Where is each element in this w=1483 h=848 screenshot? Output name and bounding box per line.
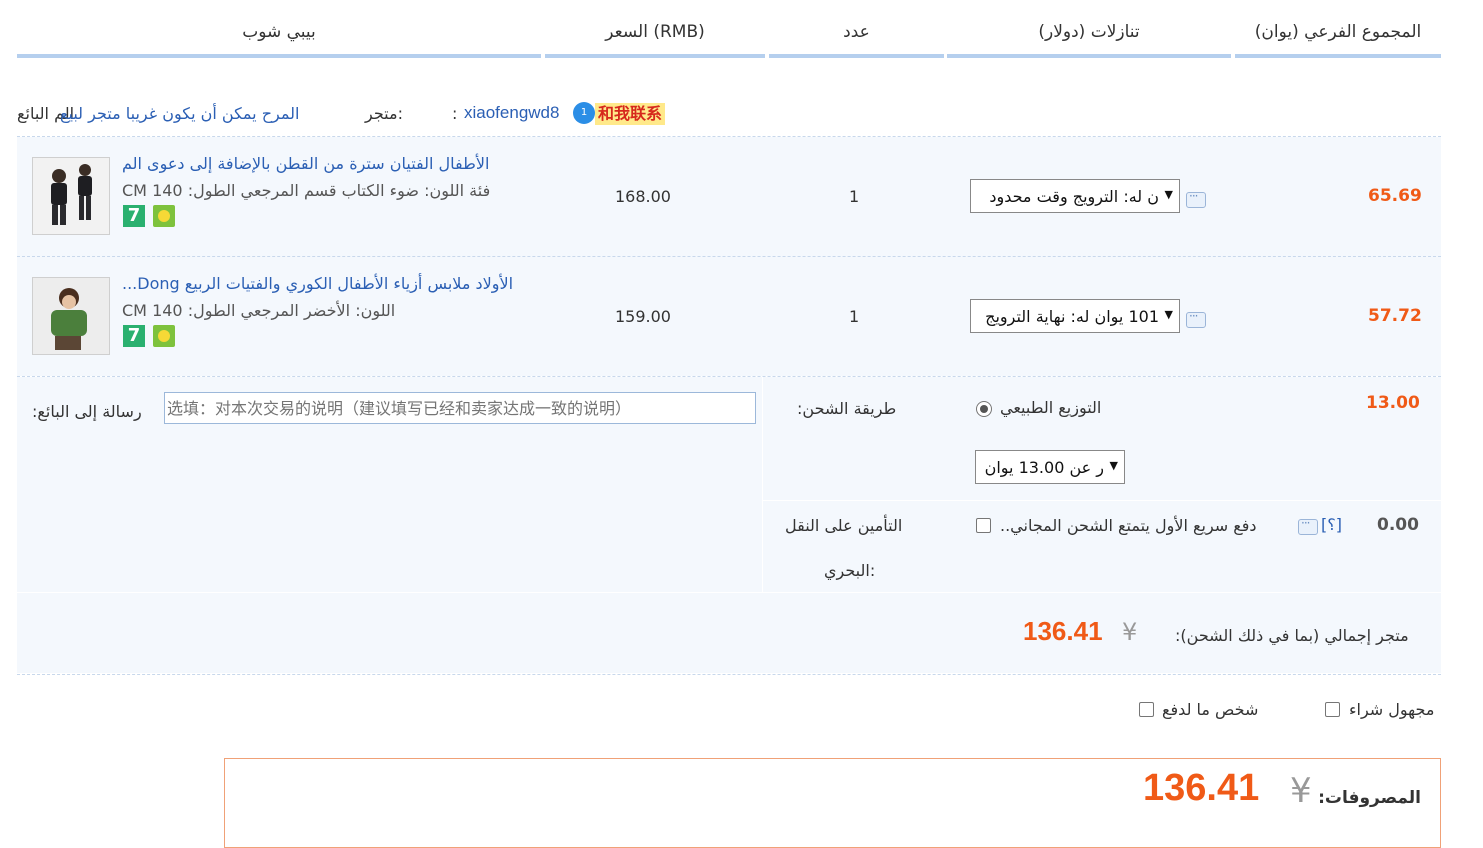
guarantee-icon[interactable] (153, 325, 175, 347)
divider (17, 674, 1441, 675)
yuan-currency-icon: ¥ (1122, 618, 1138, 646)
product-title-link[interactable]: الأطفال الفتيان سترة من القطن بالإضافة إ… (122, 154, 489, 173)
anonymous-purchase-checkbox[interactable] (1325, 702, 1340, 717)
yuan-currency-icon: ¥ (1290, 771, 1312, 811)
header-price-label: السعر (RMB) (605, 22, 705, 42)
grand-total-box: المصروفات: ¥ 136.41 (224, 758, 1441, 848)
header-col-subtotal: (المجموع الفرعي (يوان (1235, 0, 1441, 58)
shipping-fee-select[interactable]: ▼ ر عن 13.00 يوان (975, 450, 1125, 484)
product-thumbnail[interactable] (32, 277, 110, 355)
message-label: رسالة إلى البائع: (32, 402, 142, 421)
shop-label: متجر: (365, 104, 403, 123)
seven-day-return-icon[interactable]: 7 (123, 205, 145, 227)
contact-seller-button[interactable]: 1 和我联系 (573, 102, 669, 126)
header-col-qty: عدد (769, 0, 944, 58)
cart-item-row: ...Dong الأولاد ملابس أزياء الأطفال الكو… (17, 257, 1441, 376)
pay-for-me-label: شخص ما لدفع (1162, 700, 1259, 719)
insurance-divider (763, 500, 1441, 501)
chat-bubble-icon: 1 (573, 102, 595, 124)
header-subtotal-label: (المجموع الفرعي (يوان (1254, 22, 1422, 42)
promotion-select[interactable]: ▼ ن له: الترويج وقت محدود (970, 179, 1180, 213)
promo-info-icon[interactable] (1186, 309, 1206, 328)
product-thumbnail[interactable] (32, 157, 110, 235)
header-col-price: السعر (RMB) (545, 0, 765, 58)
message-to-seller-input[interactable] (164, 392, 756, 424)
grand-total-amount: 136.41 (1143, 767, 1260, 809)
header-col-discount: (تنازلات (دولار (947, 0, 1231, 58)
chevron-down-icon: ▼ (1109, 459, 1118, 472)
insurance-help-link[interactable]: [؟] (1321, 515, 1342, 534)
chevron-down-icon: ▼ (1164, 188, 1173, 201)
item-price: 168.00 (615, 187, 671, 206)
item-subtotal: 57.72 (1368, 306, 1422, 326)
insurance-info-icon[interactable] (1298, 516, 1318, 535)
shipping-fee-selected-value: ر عن 13.00 يوان (984, 458, 1104, 477)
header-qty-label: عدد (843, 22, 870, 42)
anonymous-purchase-label: مجهول شراء (1349, 700, 1435, 719)
store-line: الم البائع المرح يمكن أن يكون غريبا متجر… (17, 102, 697, 128)
item-price: 159.00 (615, 307, 671, 326)
promotion-select[interactable]: ▼ 101 يوان له: نهاية الترويج (970, 299, 1180, 333)
seven-day-return-icon[interactable]: 7 (123, 325, 145, 347)
guarantee-icon[interactable] (153, 205, 175, 227)
seller-id-label: : (452, 104, 458, 123)
product-image-boys-suit (33, 158, 109, 234)
product-image-green-hoodie (33, 278, 109, 354)
promo-info-icon[interactable] (1186, 189, 1206, 208)
product-attributes: CM اللون: الأخضر المرجعي الطول: 140 (122, 301, 396, 320)
pay-for-me-checkbox[interactable] (1139, 702, 1154, 717)
header-shop-label: بيبي شوب (242, 22, 316, 42)
promotion-selected-value: ن له: الترويج وقت محدود (989, 187, 1159, 206)
chevron-down-icon: ▼ (1164, 308, 1173, 321)
shipping-method-label: طريقة الشحن: (797, 399, 897, 418)
item-subtotal: 65.69 (1368, 186, 1422, 206)
insurance-label-line2: البحري: (824, 561, 876, 580)
product-attributes: CM فئة اللون: ضوء الكتاب قسم المرجعي الط… (122, 181, 491, 200)
shop-name-link[interactable]: المرح يمكن أن يكون غريبا متجر لبيع (60, 104, 299, 123)
insurance-label-line1: التأمين على النقل (785, 516, 903, 535)
insurance-option-text: ..دفع سريع الأول يتمتع الشحن المجاني (1000, 516, 1257, 535)
shipping-method-radio[interactable] (976, 401, 992, 417)
header-discount-label: (تنازلات (دولار (1038, 22, 1140, 42)
header-col-shop: بيبي شوب (17, 0, 541, 58)
insurance-checkbox[interactable] (976, 518, 991, 533)
product-title-link[interactable]: ...Dong الأولاد ملابس أزياء الأطفال الكو… (122, 274, 513, 293)
shipping-panel-divider (762, 377, 763, 593)
promotion-selected-value: 101 يوان له: نهاية الترويج (985, 307, 1159, 326)
store-total-amount: 136.41 (1023, 616, 1103, 646)
grand-total-label: المصروفات: (1318, 788, 1421, 808)
shipping-cost: 13.00 (1366, 393, 1420, 413)
seller-id-link[interactable]: xiaofengwd8 (464, 103, 559, 123)
insurance-cost: 0.00 (1377, 515, 1419, 535)
shipping-method-value: التوزيع الطبيعي (1000, 398, 1102, 417)
store-total-label: متجر إجمالي (بما في ذلك الشحن): (1175, 626, 1409, 645)
cart-item-row: الأطفال الفتيان سترة من القطن بالإضافة إ… (17, 137, 1441, 256)
item-quantity: 1 (849, 307, 860, 326)
contact-seller-label: 和我联系 (595, 103, 666, 125)
item-quantity: 1 (849, 187, 860, 206)
totals-divider (17, 592, 1441, 593)
